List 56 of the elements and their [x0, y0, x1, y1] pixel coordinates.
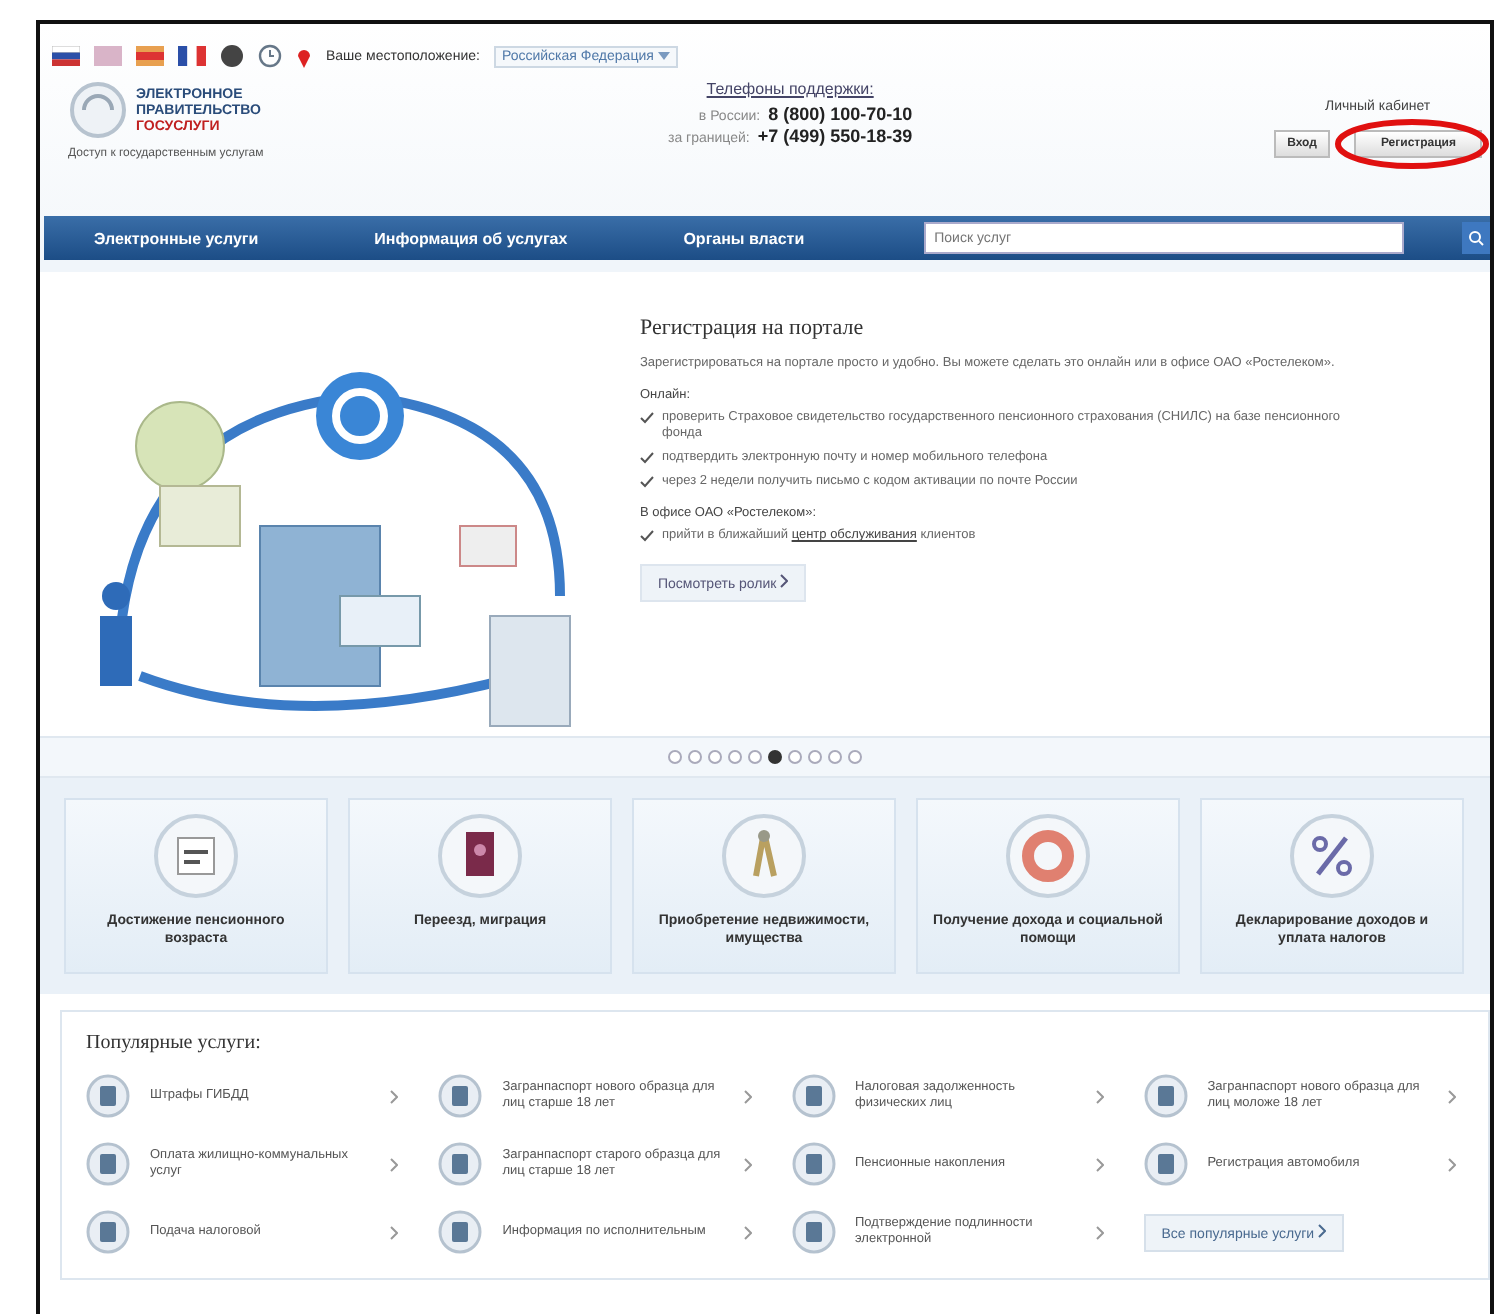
section-title: Популярные услуги: [86, 1032, 263, 1054]
clock-icon[interactable] [258, 44, 282, 68]
carousel-dot[interactable] [788, 750, 802, 764]
percent-icon [1288, 812, 1376, 900]
carousel-dot[interactable] [728, 750, 742, 764]
chevron-icon [743, 1225, 751, 1239]
service-icon [86, 1210, 130, 1254]
service-icon [1143, 1074, 1188, 1118]
chevron-icon [1448, 1157, 1456, 1171]
carousel-dot[interactable] [668, 750, 682, 764]
flag-icon[interactable] [178, 46, 206, 66]
search-button[interactable] [1462, 222, 1490, 254]
carousel-dot[interactable] [708, 750, 722, 764]
chevron-icon [780, 574, 789, 588]
service-icon [791, 1142, 835, 1186]
checkmark-icon [640, 412, 654, 424]
lifebuoy-icon [1004, 812, 1092, 900]
logo-icon [68, 80, 128, 140]
slide-title: Регистрация на портале [640, 316, 866, 340]
caret-icon [657, 51, 670, 59]
keys-icon [720, 812, 808, 900]
carousel-dot[interactable] [828, 750, 842, 764]
chevron-icon [743, 1089, 751, 1103]
chevron-icon [390, 1089, 399, 1103]
service-icon [438, 1142, 483, 1186]
support-link[interactable]: Телефоны поддержки: [706, 80, 874, 98]
chevron-icon [1095, 1225, 1104, 1239]
carousel-dot[interactable] [848, 750, 862, 764]
phone-number: +7 (499) 550-18-39 [757, 126, 913, 146]
chevron-icon [1095, 1089, 1104, 1103]
search-icon [1468, 230, 1484, 246]
chevron-icon [390, 1225, 399, 1239]
flag-icon[interactable] [52, 46, 80, 66]
carousel-dot[interactable] [748, 750, 762, 764]
carousel-dot[interactable] [688, 750, 702, 764]
nav-link[interactable]: Органы власти [683, 229, 805, 247]
checkmark-icon [640, 530, 654, 542]
chevron-icon [1318, 1223, 1326, 1237]
service-icon [791, 1210, 835, 1254]
chevron-icon [390, 1157, 399, 1171]
passport-icon [436, 812, 524, 900]
phone-number: 8 (800) 100-70-10 [768, 104, 913, 124]
nav-link[interactable]: Информация об услугах [374, 229, 568, 247]
service-icon [1143, 1142, 1188, 1186]
nav-link[interactable]: Электронные услуги [94, 229, 259, 247]
chevron-icon [743, 1157, 751, 1171]
service-icon [438, 1074, 483, 1118]
chevron-icon [1095, 1157, 1104, 1171]
service-icon [791, 1074, 835, 1118]
carousel-dot[interactable] [808, 750, 822, 764]
service-icon [86, 1074, 130, 1118]
service-icon [438, 1210, 483, 1254]
location-pin-icon [296, 45, 312, 67]
carousel-dot[interactable] [768, 750, 782, 764]
chevron-icon [1448, 1089, 1456, 1103]
service-icon [86, 1142, 130, 1186]
